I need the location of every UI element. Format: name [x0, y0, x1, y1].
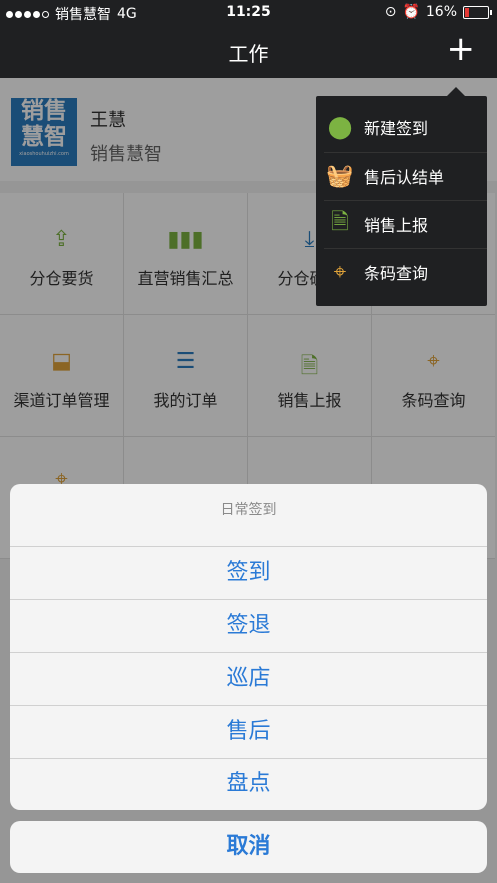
nav-bar: 工作 + — [0, 26, 497, 78]
rotation-lock-icon: ⊙ — [384, 4, 397, 20]
sheet-option-checkout[interactable]: 签退 — [10, 600, 487, 652]
action-sheet-title: 日常签到 — [220, 502, 277, 518]
sheet-option-checkin[interactable]: 签到 — [10, 547, 487, 599]
action-sheet: 日常签到 签到 签退 巡店 售后 盘点 — [10, 484, 487, 810]
menu-item-label: 条码查询 — [364, 264, 429, 283]
location-pin-icon: ⬤ — [327, 114, 353, 140]
status-bar: 销售慧智 4G 11:25 ⊙ ⏰ 16% — [0, 0, 497, 26]
menu-item-after-sales[interactable]: 🧺 售后认结单 — [316, 152, 487, 200]
menu-item-new-checkin[interactable]: ⬤ 新建签到 — [316, 103, 487, 151]
menu-item-label: 新建签到 — [364, 119, 429, 138]
page-title: 工作 — [228, 42, 269, 66]
sheet-option-after-sales[interactable]: 售后 — [10, 706, 487, 758]
alarm-icon: ⏰ — [402, 4, 420, 20]
menu-item-barcode-query[interactable]: ⌖ 条码查询 — [316, 248, 487, 296]
file-icon: 🗎 — [331, 210, 349, 235]
add-menu: ⬤ 新建签到 🧺 售后认结单 🗎 销售上报 ⌖ 条码查询 — [316, 87, 487, 306]
menu-item-label: 销售上报 — [364, 216, 429, 235]
add-icon[interactable]: + — [447, 32, 476, 66]
crosshair-icon: ⌖ — [333, 259, 347, 285]
menu-item-sales-report[interactable]: 🗎 销售上报 — [316, 200, 487, 248]
battery-percent: 16% — [425, 4, 457, 20]
battery-icon — [463, 5, 492, 19]
sheet-option-inventory[interactable]: 盘点 — [10, 758, 487, 810]
menu-item-label: 售后认结单 — [364, 168, 445, 187]
basket-check-icon: 🧺 — [326, 163, 354, 189]
cancel-button[interactable]: 取消 — [10, 821, 487, 873]
sheet-option-store-visit[interactable]: 巡店 — [10, 653, 487, 705]
